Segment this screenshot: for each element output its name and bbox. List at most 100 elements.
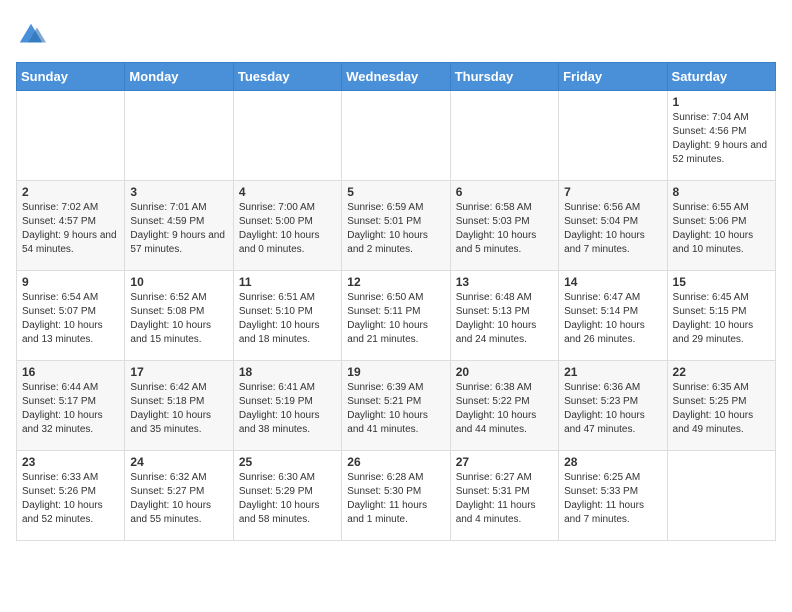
calendar-cell: [342, 91, 450, 181]
day-info: Sunrise: 6:44 AM Sunset: 5:17 PM Dayligh…: [22, 381, 119, 437]
day-number: 3: [130, 185, 227, 199]
calendar-cell: 2 Sunrise: 7:02 AM Sunset: 4:57 PM Daylig…: [17, 181, 125, 271]
day-number: 27: [456, 455, 553, 469]
day-number: 12: [347, 275, 444, 289]
calendar-cell: 6Sunrise: 6:58 AM Sunset: 5:03 PM Daylig…: [450, 181, 558, 271]
weekday-header-sunday: Sunday: [17, 63, 125, 91]
day-info: Sunrise: 6:33 AM Sunset: 5:26 PM Dayligh…: [22, 471, 119, 527]
day-info: Sunrise: 6:55 AM Sunset: 5:06 PM Dayligh…: [673, 201, 770, 257]
weekday-header-saturday: Saturday: [667, 63, 775, 91]
day-number: 13: [456, 275, 553, 289]
calendar-cell: [233, 91, 341, 181]
weekday-header-monday: Monday: [125, 63, 233, 91]
day-info: Sunrise: 6:59 AM Sunset: 5:01 PM Dayligh…: [347, 201, 444, 257]
calendar-cell: 18 Sunrise: 6:41 AM Sunset: 5:19 PM Dayli…: [233, 361, 341, 451]
calendar-cell: 20 Sunrise: 6:38 AM Sunset: 5:22 PM Dayli…: [450, 361, 558, 451]
calendar-header-row: SundayMondayTuesdayWednesdayThursdayFrid…: [17, 63, 776, 91]
day-info: Sunrise: 6:41 AM Sunset: 5:19 PM Dayligh…: [239, 381, 336, 437]
day-info: Sunrise: 6:36 AM Sunset: 5:23 PM Dayligh…: [564, 381, 661, 437]
day-info: Sunrise: 6:25 AM Sunset: 5:33 PM Dayligh…: [564, 471, 661, 527]
calendar-cell: 1Sunrise: 7:04 AM Sunset: 4:56 PM Daylig…: [667, 91, 775, 181]
calendar-cell: [125, 91, 233, 181]
calendar-cell: 23 Sunrise: 6:33 AM Sunset: 5:26 PM Dayli…: [17, 451, 125, 541]
calendar-week-3: 9Sunrise: 6:54 AM Sunset: 5:07 PM Daylig…: [17, 271, 776, 361]
day-number: 24: [130, 455, 227, 469]
day-number: 26: [347, 455, 444, 469]
calendar-cell: 8 Sunrise: 6:55 AM Sunset: 5:06 PM Daylig…: [667, 181, 775, 271]
calendar-cell: 19 Sunrise: 6:39 AM Sunset: 5:21 PM Dayli…: [342, 361, 450, 451]
day-number: 17: [130, 365, 227, 379]
calendar-cell: 28 Sunrise: 6:25 AM Sunset: 5:33 PM Dayli…: [559, 451, 667, 541]
calendar: SundayMondayTuesdayWednesdayThursdayFrid…: [16, 62, 776, 541]
day-info: Sunrise: 6:39 AM Sunset: 5:21 PM Dayligh…: [347, 381, 444, 437]
day-number: 25: [239, 455, 336, 469]
day-number: 10: [130, 275, 227, 289]
day-info: Sunrise: 6:42 AM Sunset: 5:18 PM Dayligh…: [130, 381, 227, 437]
day-number: 5: [347, 185, 444, 199]
day-info: Sunrise: 6:28 AM Sunset: 5:30 PM Dayligh…: [347, 471, 444, 527]
day-number: 28: [564, 455, 661, 469]
day-info: Sunrise: 7:00 AM Sunset: 5:00 PM Dayligh…: [239, 201, 336, 257]
day-info: Sunrise: 6:30 AM Sunset: 5:29 PM Dayligh…: [239, 471, 336, 527]
calendar-week-4: 16Sunrise: 6:44 AM Sunset: 5:17 PM Dayli…: [17, 361, 776, 451]
calendar-cell: 16Sunrise: 6:44 AM Sunset: 5:17 PM Dayli…: [17, 361, 125, 451]
weekday-header-thursday: Thursday: [450, 63, 558, 91]
calendar-cell: 17 Sunrise: 6:42 AM Sunset: 5:18 PM Dayli…: [125, 361, 233, 451]
day-number: 14: [564, 275, 661, 289]
day-info: Sunrise: 7:01 AM Sunset: 4:59 PM Dayligh…: [130, 201, 227, 257]
day-number: 20: [456, 365, 553, 379]
day-info: Sunrise: 6:32 AM Sunset: 5:27 PM Dayligh…: [130, 471, 227, 527]
calendar-cell: 26 Sunrise: 6:28 AM Sunset: 5:30 PM Dayli…: [342, 451, 450, 541]
day-info: Sunrise: 6:51 AM Sunset: 5:10 PM Dayligh…: [239, 291, 336, 347]
calendar-cell: 4 Sunrise: 7:00 AM Sunset: 5:00 PM Daylig…: [233, 181, 341, 271]
day-info: Sunrise: 6:58 AM Sunset: 5:03 PM Dayligh…: [456, 201, 553, 257]
calendar-cell: 27 Sunrise: 6:27 AM Sunset: 5:31 PM Dayli…: [450, 451, 558, 541]
day-number: 7: [564, 185, 661, 199]
day-info: Sunrise: 6:35 AM Sunset: 5:25 PM Dayligh…: [673, 381, 770, 437]
calendar-cell: 9Sunrise: 6:54 AM Sunset: 5:07 PM Daylig…: [17, 271, 125, 361]
weekday-header-friday: Friday: [559, 63, 667, 91]
calendar-week-2: 2 Sunrise: 7:02 AM Sunset: 4:57 PM Daylig…: [17, 181, 776, 271]
day-info: Sunrise: 6:27 AM Sunset: 5:31 PM Dayligh…: [456, 471, 553, 527]
day-number: 21: [564, 365, 661, 379]
day-number: 18: [239, 365, 336, 379]
calendar-cell: 11 Sunrise: 6:51 AM Sunset: 5:10 PM Dayli…: [233, 271, 341, 361]
header: [16, 16, 776, 50]
calendar-cell: 14 Sunrise: 6:47 AM Sunset: 5:14 PM Dayli…: [559, 271, 667, 361]
logo: [16, 20, 48, 50]
day-info: Sunrise: 6:50 AM Sunset: 5:11 PM Dayligh…: [347, 291, 444, 347]
day-info: Sunrise: 6:45 AM Sunset: 5:15 PM Dayligh…: [673, 291, 770, 347]
calendar-cell: [667, 451, 775, 541]
calendar-cell: 12 Sunrise: 6:50 AM Sunset: 5:11 PM Dayli…: [342, 271, 450, 361]
calendar-cell: 24 Sunrise: 6:32 AM Sunset: 5:27 PM Dayli…: [125, 451, 233, 541]
day-info: Sunrise: 6:54 AM Sunset: 5:07 PM Dayligh…: [22, 291, 119, 347]
day-number: 1: [673, 95, 770, 109]
day-info: Sunrise: 6:48 AM Sunset: 5:13 PM Dayligh…: [456, 291, 553, 347]
day-info: Sunrise: 7:02 AM Sunset: 4:57 PM Dayligh…: [22, 201, 119, 257]
calendar-cell: 25 Sunrise: 6:30 AM Sunset: 5:29 PM Dayli…: [233, 451, 341, 541]
calendar-cell: 22 Sunrise: 6:35 AM Sunset: 5:25 PM Dayli…: [667, 361, 775, 451]
day-number: 4: [239, 185, 336, 199]
calendar-cell: [450, 91, 558, 181]
day-info: Sunrise: 6:38 AM Sunset: 5:22 PM Dayligh…: [456, 381, 553, 437]
calendar-cell: 10 Sunrise: 6:52 AM Sunset: 5:08 PM Dayli…: [125, 271, 233, 361]
weekday-header-tuesday: Tuesday: [233, 63, 341, 91]
weekday-header-wednesday: Wednesday: [342, 63, 450, 91]
day-number: 15: [673, 275, 770, 289]
day-info: Sunrise: 6:52 AM Sunset: 5:08 PM Dayligh…: [130, 291, 227, 347]
calendar-cell: [17, 91, 125, 181]
day-number: 11: [239, 275, 336, 289]
day-number: 19: [347, 365, 444, 379]
day-number: 2: [22, 185, 119, 199]
day-number: 8: [673, 185, 770, 199]
day-number: 22: [673, 365, 770, 379]
calendar-cell: 13 Sunrise: 6:48 AM Sunset: 5:13 PM Dayli…: [450, 271, 558, 361]
day-info: Sunrise: 6:56 AM Sunset: 5:04 PM Dayligh…: [564, 201, 661, 257]
day-number: 23: [22, 455, 119, 469]
calendar-cell: 21 Sunrise: 6:36 AM Sunset: 5:23 PM Dayli…: [559, 361, 667, 451]
calendar-cell: 5 Sunrise: 6:59 AM Sunset: 5:01 PM Daylig…: [342, 181, 450, 271]
logo-icon: [16, 20, 46, 50]
day-info: Sunrise: 6:47 AM Sunset: 5:14 PM Dayligh…: [564, 291, 661, 347]
calendar-week-1: 1Sunrise: 7:04 AM Sunset: 4:56 PM Daylig…: [17, 91, 776, 181]
calendar-cell: 7 Sunrise: 6:56 AM Sunset: 5:04 PM Daylig…: [559, 181, 667, 271]
